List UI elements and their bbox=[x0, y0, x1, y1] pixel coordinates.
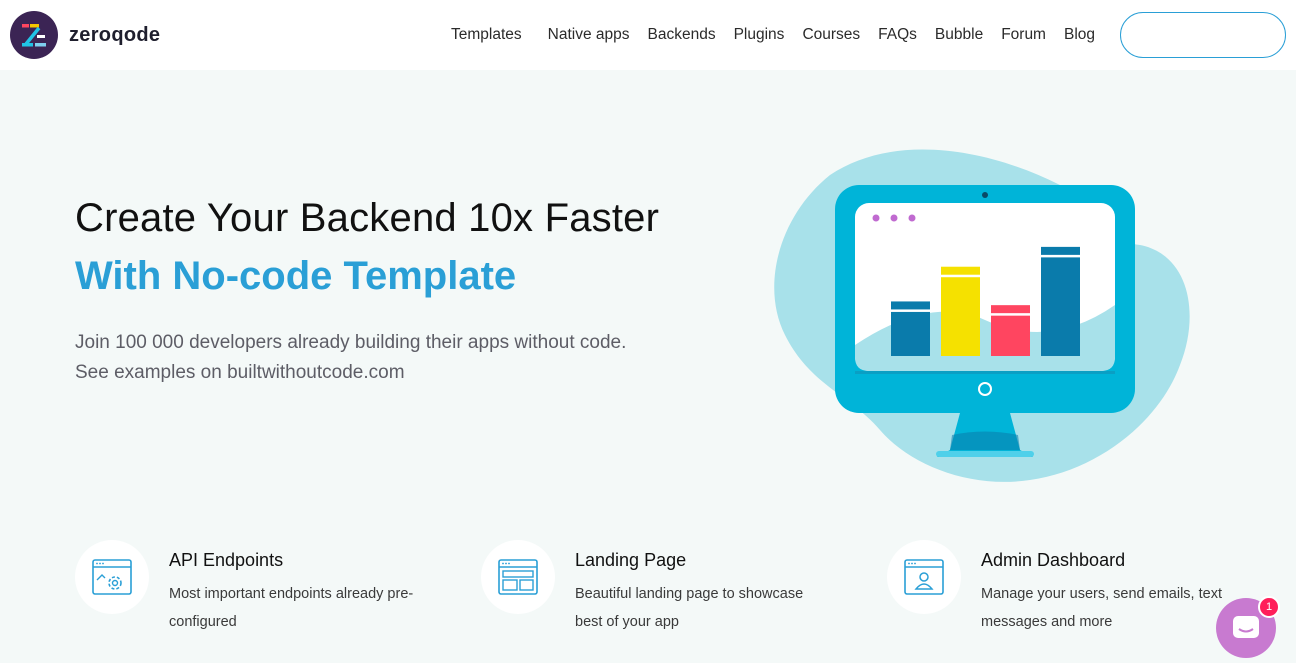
hero-desc-line-2[interactable]: See examples on builtwithoutcode.com bbox=[75, 358, 626, 388]
illustration-bar bbox=[941, 266, 980, 356]
feature-icon-circle bbox=[481, 540, 555, 614]
illustration-bar-stripe bbox=[1041, 254, 1080, 258]
main-nav: Templates Native apps Backends Plugins C… bbox=[451, 0, 1113, 70]
illustration-bar bbox=[1041, 246, 1080, 356]
nav-plugins[interactable]: Plugins bbox=[734, 26, 785, 44]
chat-notification-badge: 1 bbox=[1258, 596, 1280, 618]
hero-title: Create Your Backend 10x Faster bbox=[75, 196, 660, 240]
hero-description: Join 100 000 developers already building… bbox=[75, 328, 626, 388]
nav-courses[interactable]: Courses bbox=[802, 26, 860, 44]
nav-faqs[interactable]: FAQs bbox=[878, 26, 917, 44]
nav-backends[interactable]: Backends bbox=[648, 26, 716, 44]
zeroqode-logo-icon bbox=[10, 11, 58, 59]
admin-icon bbox=[904, 559, 944, 595]
illustration-bar bbox=[991, 305, 1030, 356]
nav-templates[interactable]: Templates bbox=[451, 26, 522, 44]
feature-icon-circle bbox=[887, 540, 961, 614]
feature-landing-page: Landing Page Beautiful landing page to s… bbox=[481, 540, 841, 650]
illustration-bar-stripe bbox=[941, 274, 980, 278]
feature-admin-dashboard: Admin Dashboard Manage your users, send … bbox=[887, 540, 1247, 650]
nav-forum[interactable]: Forum bbox=[1001, 26, 1046, 44]
feature-icon-circle bbox=[75, 540, 149, 614]
chat-bubble-icon bbox=[1233, 616, 1259, 638]
hero-desc-line-1: Join 100 000 developers already building… bbox=[75, 332, 627, 353]
feature-title: Landing Page bbox=[575, 550, 687, 570]
feature-api-endpoints: API Endpoints Most important endpoints a… bbox=[75, 540, 435, 650]
navbar: zeroqode Templates Native apps Backends … bbox=[0, 0, 1296, 70]
nav-blog[interactable]: Blog bbox=[1064, 26, 1095, 44]
nav-native-apps[interactable]: Native apps bbox=[548, 26, 630, 44]
feature-title: API Endpoints bbox=[169, 550, 284, 570]
landing-icon bbox=[498, 559, 538, 595]
api-icon bbox=[92, 559, 132, 595]
feature-description: Manage your users, send emails, text mes… bbox=[981, 586, 1222, 630]
nav-bubble[interactable]: Bubble bbox=[935, 26, 983, 44]
hero-subtitle: With No-code Template bbox=[75, 254, 517, 298]
brand-logo[interactable]: zeroqode bbox=[10, 11, 160, 59]
feature-description: Beautiful landing page to showcase best … bbox=[575, 586, 804, 630]
nav-account-button[interactable] bbox=[1120, 12, 1286, 58]
brand-name: zeroqode bbox=[69, 23, 161, 46]
monitor-illustration bbox=[774, 149, 1190, 482]
illustration-bar-stripe bbox=[891, 309, 930, 312]
feature-description: Most important endpoints already pre-con… bbox=[169, 586, 414, 630]
illustration-bar-stripe bbox=[991, 313, 1030, 316]
feature-title: Admin Dashboard bbox=[981, 550, 1126, 570]
